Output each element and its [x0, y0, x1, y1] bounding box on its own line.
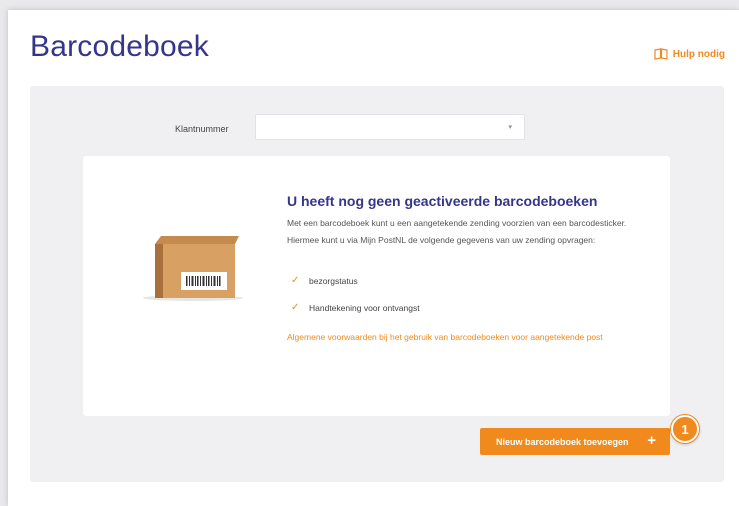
empty-state-card: U heeft nog geen geactiveerde barcodeboe…	[83, 156, 670, 416]
help-link[interactable]: Hulp nodig	[654, 48, 725, 60]
help-book-icon	[654, 48, 668, 60]
customer-number-select[interactable]: ▾	[255, 114, 525, 140]
plus-icon: +	[647, 432, 656, 449]
add-barcodebook-button[interactable]: Nieuw barcodeboek toevoegen +	[480, 428, 670, 455]
feature-label: Handtekening voor ontvangst	[309, 302, 420, 313]
empty-state-description: Met een barcodeboek kunt u een aangeteke…	[287, 218, 627, 245]
customer-number-label: Klantnummer	[175, 124, 229, 134]
empty-state-heading: U heeft nog geen geactiveerde barcodeboe…	[287, 193, 598, 209]
feature-list: ✓ bezorgstatus ✓ Handtekening voor ontva…	[291, 274, 420, 328]
list-item: ✓ Handtekening voor ontvangst	[291, 301, 420, 314]
step-marker: 1	[671, 415, 699, 443]
add-button-label: Nieuw barcodeboek toevoegen	[496, 436, 629, 447]
check-icon: ✓	[291, 302, 300, 313]
page: Barcodeboek Hulp nodig Klantnummer ▾ U h…	[8, 10, 739, 506]
page-title: Barcodeboek	[30, 30, 209, 63]
feature-label: bezorgstatus	[309, 275, 358, 286]
content-panel: Klantnummer ▾ U heeft nog geen geactivee…	[30, 86, 724, 482]
parcel-box-icon	[141, 234, 251, 309]
help-label: Hulp nodig	[672, 48, 725, 60]
list-item: ✓ bezorgstatus	[291, 274, 420, 287]
check-icon: ✓	[291, 275, 300, 286]
terms-link[interactable]: Algemene voorwaarden bij het gebruik van…	[287, 332, 652, 343]
chevron-down-icon: ▾	[508, 124, 512, 131]
